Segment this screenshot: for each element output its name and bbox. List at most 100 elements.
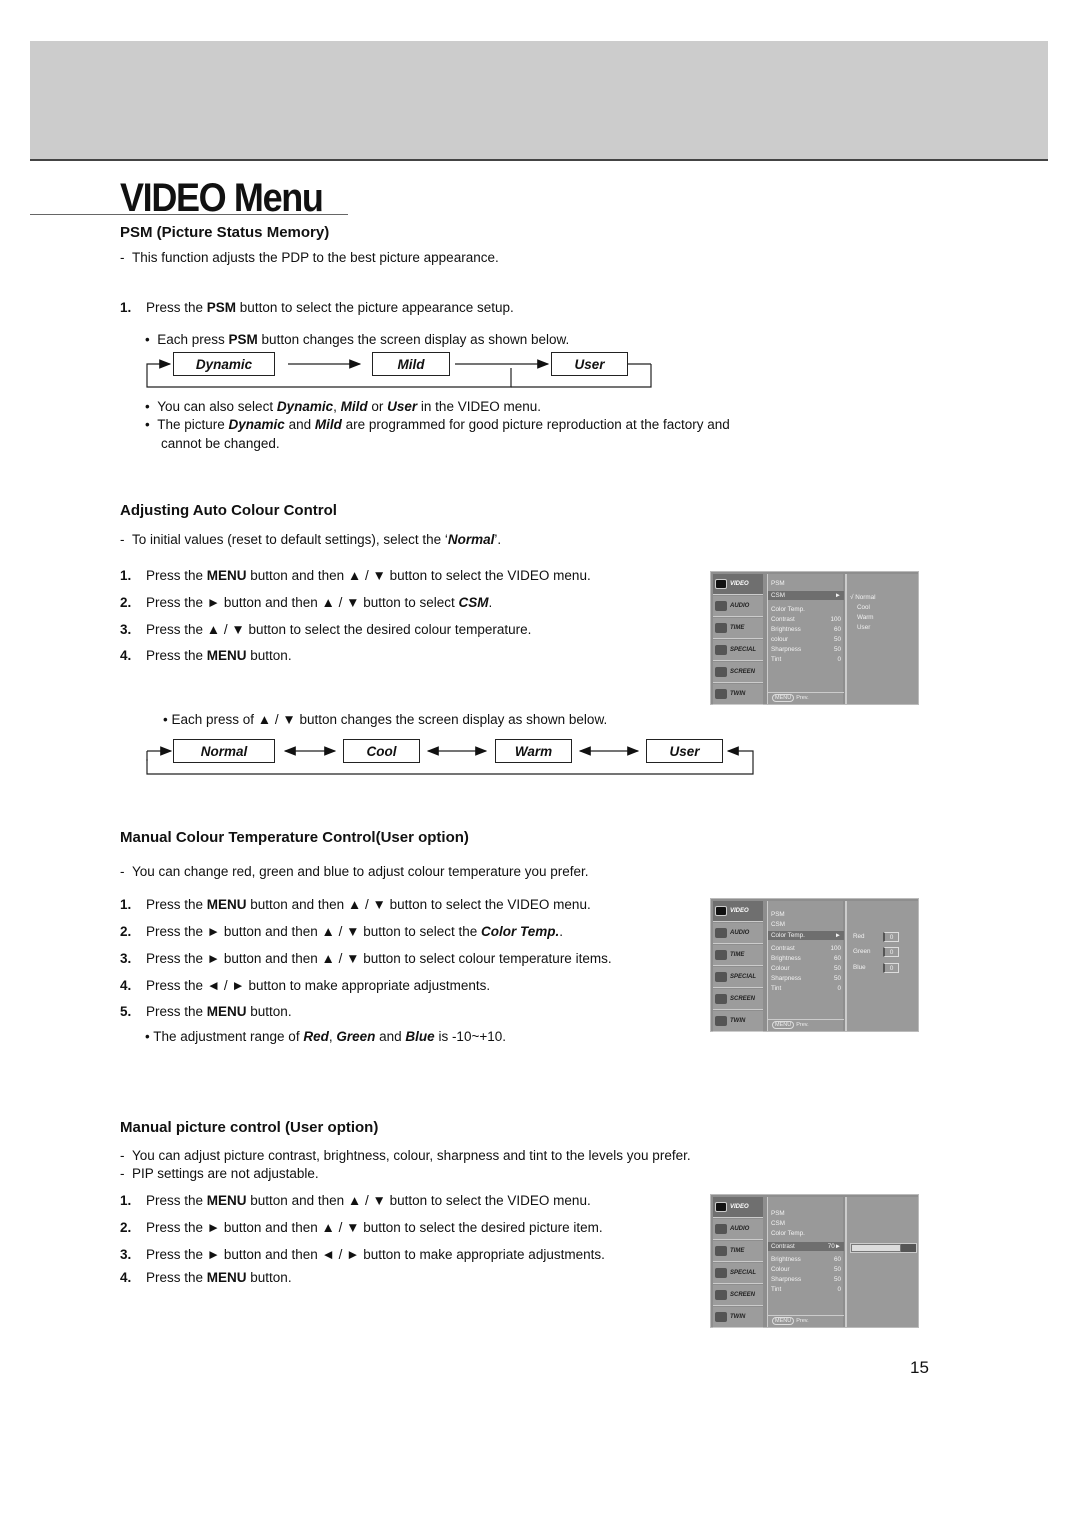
osd-item: Contrast 100: [771, 616, 841, 623]
osd-item: PSM: [771, 580, 785, 587]
contrast-slider-fill: [851, 1244, 902, 1252]
osd-item: Color Temp.: [771, 606, 805, 613]
osd-item: colour 50: [771, 636, 841, 643]
manual-picture-heading: Manual picture control (User option): [120, 1119, 379, 1136]
pip-icon: [715, 1016, 727, 1026]
osd-tab-audio: AUDIO: [713, 923, 763, 944]
osd-item: Tint 0: [771, 985, 841, 992]
osd-item: PSM: [771, 911, 785, 918]
manual-colour-intro: - You can change red, green and blue to …: [120, 864, 589, 879]
psm-heading: PSM (Picture Status Memory): [120, 224, 330, 241]
flow-warm: Warm: [495, 739, 572, 763]
osd-item: Contrast 100: [771, 945, 841, 952]
manual-colour-step: 5. Press the MENU button.: [120, 1004, 292, 1019]
speaker-icon: [715, 601, 727, 611]
manual-colour-step: 4. Press the ◄ / ► button to make appropr…: [120, 978, 491, 993]
osd-tab-time: TIME: [713, 945, 763, 966]
osd-tab-special: SPECIAL: [713, 640, 763, 661]
osd-item: Brightness 60: [771, 626, 841, 633]
osd-option-user: User: [857, 624, 871, 631]
osd-green-label: Green: [853, 948, 871, 955]
move-icon: [715, 1290, 727, 1300]
contrast-slider: [850, 1243, 917, 1253]
osd-item: Tint 0: [771, 656, 841, 663]
auto-colour-step: 4. Press the MENU button.: [120, 648, 292, 663]
psm-bullet-2: • You can also select Dynamic, Mild or U…: [145, 399, 541, 414]
osd-tab-audio: AUDIO: [713, 1219, 763, 1240]
auto-colour-heading: Adjusting Auto Colour Control: [120, 502, 337, 519]
auto-colour-step: 2. Press the ► button and then ▲ / ▼ butt…: [120, 595, 493, 610]
osd-tab-video: VIDEO: [713, 901, 763, 922]
video-icon: [715, 906, 727, 916]
speaker-icon: [715, 1224, 727, 1234]
psm-bullet-3-cont: cannot be changed.: [161, 436, 280, 451]
osd-item-list: PSM CSM ► Color Temp. Contrast 100 Brightn…: [767, 574, 844, 704]
manual-picture-step: 3. Press the ► button and then ◄ / ► butt…: [120, 1247, 605, 1262]
osd-item: Brightness 60: [771, 1256, 841, 1263]
remote-icon: [715, 645, 727, 655]
manual-colour-note: • The adjustment range of Red, Green and…: [145, 1029, 506, 1044]
osd-item: Sharpness 50: [771, 975, 841, 982]
osd-footer: MENU Prev.: [768, 692, 844, 704]
manual-picture-step: 2. Press the ► button and then ▲ / ▼ butt…: [120, 1220, 603, 1235]
osd-slider-panel: [845, 1197, 918, 1327]
osd-tab-audio: AUDIO: [713, 596, 763, 617]
osd-sidebar: VIDEO AUDIO TIME SPECIAL SCREEN TWIN: [713, 901, 763, 1032]
psm-bullet-3: • The picture Dynamic and Mild are progr…: [145, 417, 730, 432]
auto-colour-intro: - To initial values (reset to default se…: [120, 532, 502, 547]
video-icon: [715, 579, 727, 589]
manual-colour-step: 1. Press the MENU button and then ▲ / ▼ b…: [120, 897, 591, 912]
osd-tab-special: SPECIAL: [713, 1263, 763, 1284]
auto-colour-step: 1. Press the MENU button and then ▲ / ▼ b…: [120, 568, 591, 583]
osd-footer: MENU Prev.: [768, 1315, 844, 1327]
osd-sidebar: VIDEO AUDIO TIME SPECIAL SCREEN TWIN: [713, 574, 763, 705]
title-divider: [30, 214, 348, 215]
osd-tab-twin: TWIN: [713, 1307, 763, 1328]
osd-item: Color Temp.: [771, 1230, 805, 1237]
osd-menu-contrast: VIDEO AUDIO TIME SPECIAL SCREEN TWIN PSM…: [710, 1194, 919, 1328]
osd-green-value: 0: [883, 947, 899, 957]
video-icon: [715, 1202, 727, 1212]
flow-user: User: [551, 352, 628, 376]
osd-item: Sharpness 50: [771, 1276, 841, 1283]
psm-intro: - This function adjusts the PDP to the b…: [120, 250, 499, 265]
osd-item: CSM: [771, 921, 785, 928]
flow-mild: Mild: [372, 352, 450, 376]
flow-cool: Cool: [343, 739, 420, 763]
manual-picture-step: 4. Press the MENU button.: [120, 1270, 292, 1285]
clock-icon: [715, 1246, 727, 1256]
osd-tab-screen: SCREEN: [713, 662, 763, 683]
osd-options: √ Normal Cool Warm User: [845, 574, 918, 704]
osd-tab-twin: TWIN: [713, 684, 763, 705]
manual-picture-intro-1: - You can adjust picture contrast, brigh…: [120, 1148, 691, 1163]
osd-tab-special: SPECIAL: [713, 967, 763, 988]
osd-item: Tint 0: [771, 1286, 841, 1293]
manual-colour-step: 3. Press the ► button and then ▲ / ▼ butt…: [120, 951, 612, 966]
psm-step-1: 1. Press the PSM button to select the pic…: [120, 300, 514, 315]
osd-option-normal: √ Normal: [850, 594, 876, 601]
auto-colour-step: 3. Press the ▲ / ▼ button to select the d…: [120, 622, 532, 637]
osd-sidebar: VIDEO AUDIO TIME SPECIAL SCREEN TWIN: [713, 1197, 763, 1328]
manual-colour-step: 2. Press the ► button and then ▲ / ▼ butt…: [120, 924, 564, 939]
flow-normal: Normal: [173, 739, 275, 763]
osd-tab-video: VIDEO: [713, 574, 763, 595]
flow-dynamic: Dynamic: [173, 352, 275, 376]
osd-item-list: PSM CSM Color Temp. Contrast 70► Brightne…: [767, 1197, 844, 1327]
move-icon: [715, 667, 727, 677]
osd-blue-value: 0: [883, 963, 899, 973]
osd-item-selected: Contrast 70►: [768, 1242, 844, 1251]
remote-icon: [715, 972, 727, 982]
osd-item: PSM: [771, 1210, 785, 1217]
osd-footer: MENU Prev.: [768, 1019, 844, 1031]
osd-menu-color-temp: VIDEO AUDIO TIME SPECIAL SCREEN TWIN PSM…: [710, 898, 919, 1032]
osd-tab-video: VIDEO: [713, 1197, 763, 1218]
page-number: 15: [910, 1358, 929, 1377]
move-icon: [715, 994, 727, 1004]
osd-option-cool: Cool: [857, 604, 870, 611]
clock-icon: [715, 950, 727, 960]
osd-tab-time: TIME: [713, 1241, 763, 1262]
osd-option-warm: Warm: [857, 614, 874, 621]
osd-item: Colour 50: [771, 1266, 841, 1273]
osd-blue-label: Blue: [853, 964, 866, 971]
osd-tab-time: TIME: [713, 618, 763, 639]
